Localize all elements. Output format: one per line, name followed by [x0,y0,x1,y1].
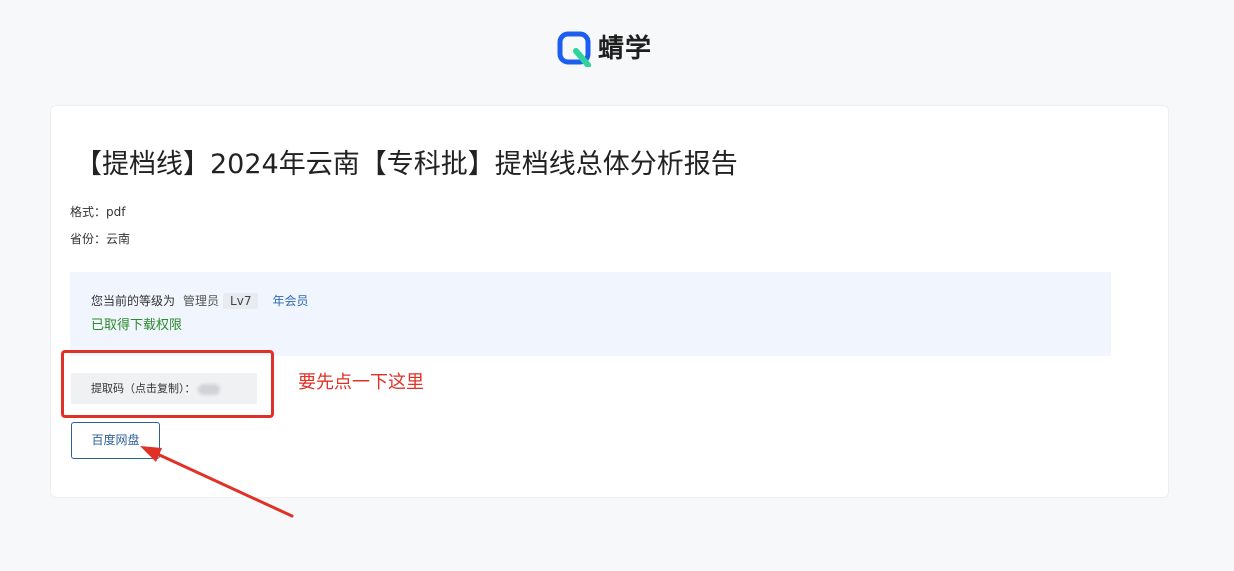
level-badge: Lv7 [223,293,259,309]
annotation-note: 要先点一下这里 [298,372,424,393]
download-permission-status: 已取得下载权限 [91,318,183,333]
baidu-pan-button[interactable]: 百度网盘 [71,422,160,459]
document-format: 格式：pdf [70,205,126,219]
brand-header: 蜻学 [557,31,652,67]
user-role: 管理员 [183,294,220,308]
document-province: 省份：云南 [70,232,131,246]
document-title: 【提档线】2024年云南【专科批】提档线总体分析报告 [75,149,738,180]
membership-info-box: 您当前的等级为 管理员 Lv7 年会员 已取得下载权限 [70,272,1111,356]
q-logo-icon [557,31,591,67]
document-card: 【提档线】2024年云南【专科批】提档线总体分析报告 格式：pdf 省份：云南 … [50,105,1169,498]
level-line: 您当前的等级为 管理员 Lv7 年会员 [91,292,308,310]
annual-member-link[interactable]: 年会员 [272,292,308,310]
brand-name: 蜻学 [598,34,653,64]
annotation-highlight-box [61,350,274,418]
level-prefix: 您当前的等级为 [91,294,176,308]
